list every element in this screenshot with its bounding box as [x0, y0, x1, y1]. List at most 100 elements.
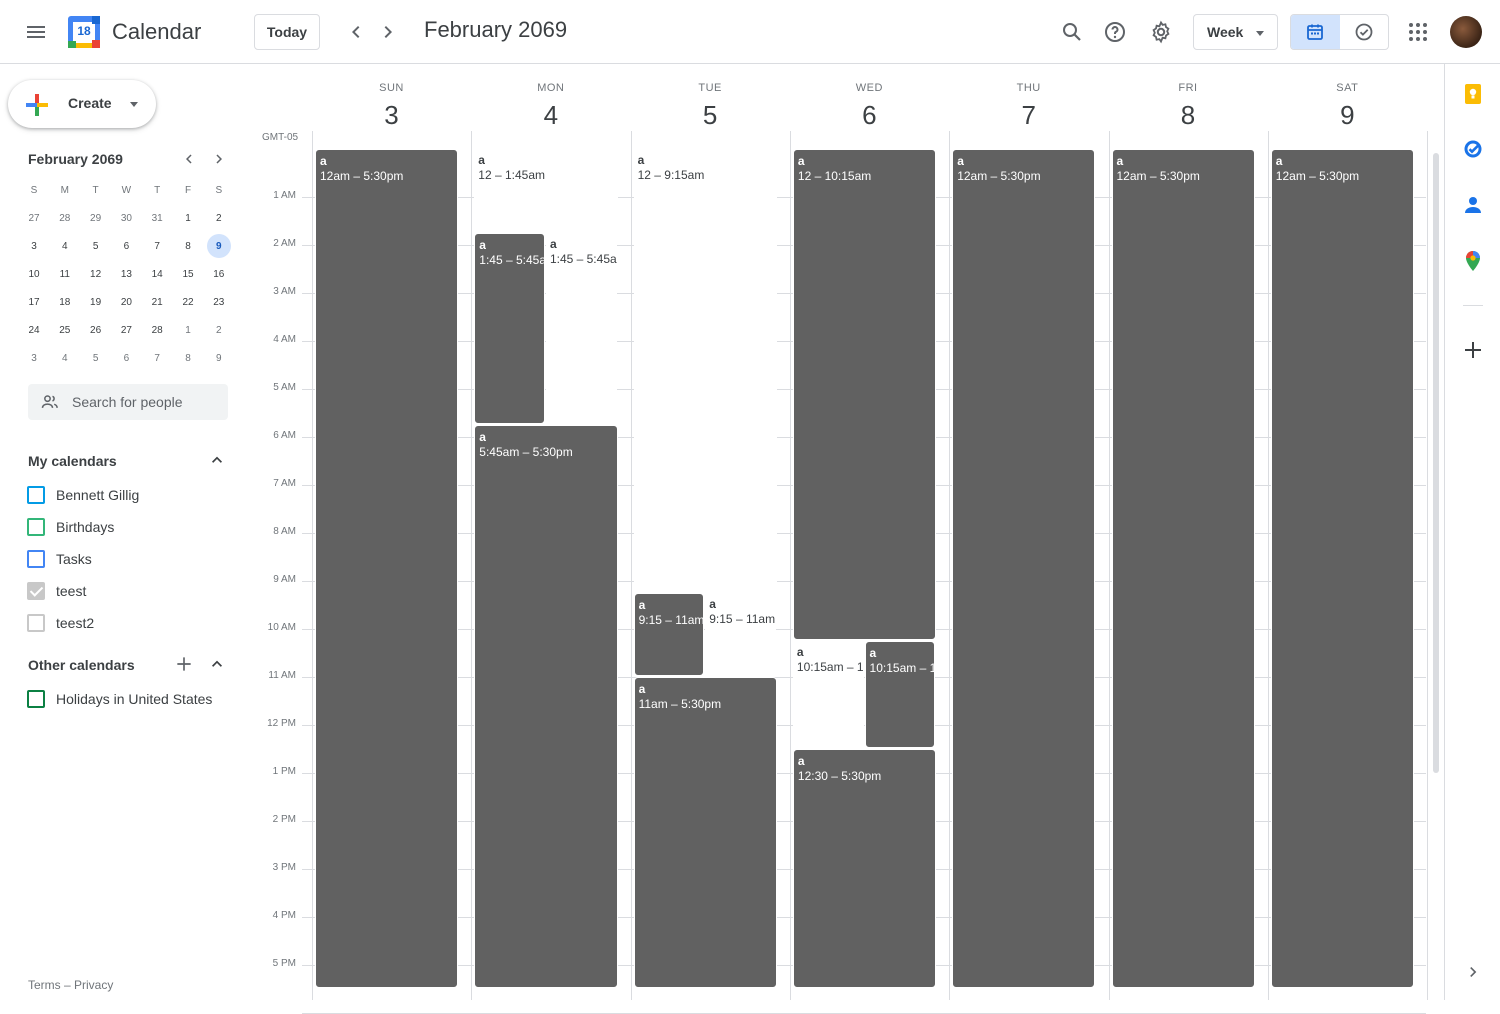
event-title: a: [797, 754, 805, 768]
calendar-view-toggle[interactable]: [1291, 15, 1340, 49]
hour-label: 7 AM: [273, 478, 296, 489]
hour-label: 1 AM: [273, 190, 296, 201]
account-avatar[interactable]: [1450, 16, 1482, 48]
calendar-logo-date: 18: [77, 24, 91, 38]
day-number[interactable]: 4: [471, 100, 630, 131]
calendar-event[interactable]: a10:15am – 12:30pm: [792, 641, 864, 748]
event-time: 12 – 10:15am: [797, 169, 872, 183]
day-of-week-label: TUE: [698, 82, 722, 94]
search-button[interactable]: [1052, 12, 1092, 52]
hour-label: 5 PM: [272, 958, 296, 969]
maps-button[interactable]: [1461, 249, 1485, 273]
event-title: a: [1116, 154, 1124, 168]
google-apps-button[interactable]: [1398, 12, 1438, 52]
day-header[interactable]: THU 7: [949, 82, 1108, 131]
hour-label: 3 AM: [273, 286, 296, 297]
day-number[interactable]: 9: [1268, 100, 1427, 131]
hour-label: 12 PM: [267, 718, 296, 729]
calendar-event[interactable]: a 9:15 – 11am: [633, 593, 705, 676]
calendar-event[interactable]: a1:45 – 5:45am: [545, 233, 617, 424]
next-week-button[interactable]: [368, 12, 408, 52]
event-title: a: [1275, 154, 1283, 168]
day-number[interactable]: 8: [1109, 100, 1268, 131]
event-title: a: [796, 645, 804, 659]
day-of-week-label: SUN: [379, 82, 404, 94]
apps-grid-icon: [1409, 23, 1427, 41]
event-time: 9:15 – 11am: [638, 613, 705, 627]
help-icon: [1105, 22, 1125, 42]
calendar-event[interactable]: a 12am – 5:30pm: [1270, 149, 1415, 988]
keep-button[interactable]: [1461, 82, 1485, 106]
calendar-event[interactable]: a10:15am – 12:30pm: [864, 641, 936, 748]
day-column-divider: [312, 131, 313, 1000]
event-title: a: [709, 597, 716, 611]
event-time: 10:15am – 12:30pm: [869, 661, 935, 675]
event-time: 9:15 – 11am: [709, 612, 776, 626]
tasks-view-toggle[interactable]: [1340, 15, 1389, 49]
contacts-button[interactable]: [1461, 193, 1485, 217]
view-switcher[interactable]: Week: [1193, 14, 1278, 50]
calendar-event[interactable]: a 12am – 5:30pm: [1111, 149, 1255, 988]
calendar-event[interactable]: a 11am – 5:30pm: [633, 677, 777, 988]
main-menu-button[interactable]: [16, 12, 56, 52]
hour-label: 8 AM: [273, 526, 296, 537]
chevron-right-icon: [384, 26, 392, 38]
event-time: 1:45 – 5:45am: [479, 253, 544, 267]
calendar-event[interactable]: a 12:30 – 5:30pm: [792, 749, 937, 988]
tasks-button[interactable]: [1461, 137, 1485, 161]
calendar-event[interactable]: a1:45 – 5:45am: [474, 233, 545, 424]
get-addons-button[interactable]: [1461, 338, 1485, 362]
event-title: a: [869, 646, 877, 660]
day-of-week-label: THU: [1016, 82, 1041, 94]
keep-icon: [1465, 84, 1481, 104]
day-number[interactable]: 6: [790, 100, 949, 131]
day-of-week-label: FRI: [1178, 82, 1198, 94]
calendar-event[interactable]: a 12am – 5:30pm: [315, 149, 459, 988]
hour-label: 11 AM: [268, 670, 296, 681]
event-time: 12am – 5:30pm: [957, 169, 1041, 183]
event-title: a: [638, 682, 646, 696]
day-column-divider: [789, 131, 791, 1000]
calendar-event[interactable]: a 5:45am – 5:30pm: [474, 425, 618, 988]
help-button[interactable]: [1095, 12, 1135, 52]
grid-scrollbar[interactable]: [1433, 153, 1439, 773]
day-header[interactable]: WED 6: [790, 82, 949, 131]
event-time: 12 – 9:15am: [637, 168, 705, 182]
side-panel-divider: [1463, 305, 1483, 306]
day-column-divider: [630, 131, 632, 1000]
day-column-divider: [1427, 131, 1429, 1000]
hour-label: 9 AM: [273, 574, 296, 585]
day-number[interactable]: 5: [631, 100, 790, 131]
day-column-divider: [1267, 131, 1269, 1000]
day-header[interactable]: SAT 9: [1268, 82, 1427, 131]
expand-side-panel-button[interactable]: [1463, 962, 1483, 982]
event-time: 12:30 – 5:30pm: [797, 769, 882, 783]
day-number[interactable]: 7: [949, 100, 1108, 131]
event-title: a: [320, 154, 327, 168]
settings-button[interactable]: [1141, 12, 1181, 52]
calendar-event[interactable]: a 12am – 5:30pm: [952, 149, 1096, 988]
chevron-right-icon: [1470, 967, 1477, 977]
today-button[interactable]: Today: [254, 14, 320, 50]
event-title: a: [478, 153, 485, 167]
day-of-week-label: MON: [537, 82, 565, 94]
maps-icon: [1466, 251, 1480, 271]
day-header[interactable]: FRI 8: [1109, 82, 1268, 131]
calendar-event[interactable]: a 12 – 10:15am: [792, 149, 937, 640]
event-title: a: [479, 238, 486, 252]
calendar-event[interactable]: a 12 – 9:15am: [633, 149, 777, 592]
calendar-event[interactable]: a 9:15 – 11am: [705, 593, 776, 676]
calendar-tasks-toggle: [1290, 14, 1389, 50]
add-icon: [1465, 342, 1481, 358]
chevron-left-icon: [352, 26, 360, 38]
day-header[interactable]: TUE 5: [631, 82, 790, 131]
day-header[interactable]: SUN 3: [312, 82, 471, 131]
event-time: 12am – 5:30pm: [1275, 169, 1360, 183]
calendar-event[interactable]: a 12 – 1:45am: [474, 149, 618, 232]
calendar-logo[interactable]: 18: [68, 16, 100, 48]
event-time: 12am – 5:30pm: [320, 169, 404, 183]
day-column-divider: [471, 131, 473, 1000]
day-number[interactable]: 3: [312, 100, 471, 131]
day-header[interactable]: MON 4: [471, 82, 630, 131]
day-column-divider: [949, 131, 951, 1000]
